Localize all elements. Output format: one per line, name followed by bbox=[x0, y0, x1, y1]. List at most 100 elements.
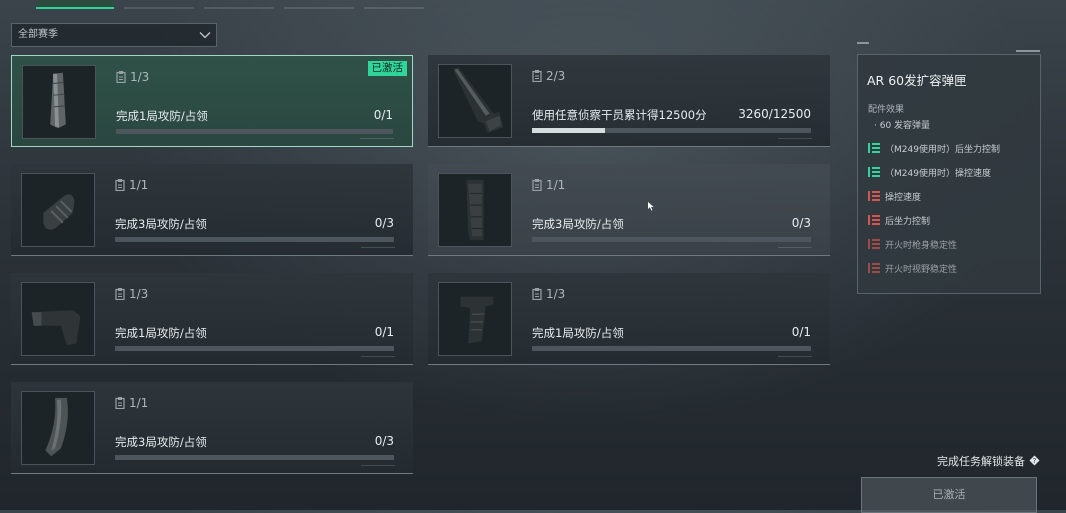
extended-magazine-icon bbox=[23, 66, 95, 138]
task-count: 1/1 bbox=[115, 396, 148, 410]
attachment-stat: · 60 发容弹量 bbox=[874, 119, 930, 133]
stat-down-icon bbox=[868, 263, 880, 273]
task-progress-text: 0/1 bbox=[374, 325, 394, 339]
tab[interactable] bbox=[124, 0, 194, 9]
task-progress-text: 3260/12500 bbox=[738, 107, 811, 121]
task-count-text: 1/3 bbox=[546, 287, 566, 301]
attachment-effects-heading: 配件效果 bbox=[868, 105, 905, 115]
card-decor bbox=[778, 247, 812, 251]
task-progress-bar bbox=[532, 128, 811, 133]
task-progress-text: 0/3 bbox=[374, 434, 394, 448]
clipboard-icon bbox=[532, 288, 542, 300]
help-icon[interactable]: ? bbox=[1029, 455, 1040, 466]
task-card[interactable]: 2/3 使用任意侦察干员累计得12500分 3260/12500 bbox=[428, 55, 830, 147]
pistol-grip-icon bbox=[439, 283, 511, 355]
card-decor bbox=[778, 356, 812, 360]
task-count: 1/3 bbox=[115, 287, 148, 301]
task-description: 完成3局攻防/占领 bbox=[115, 217, 207, 231]
attachment-stat-text: （M249使用时）操控速度 bbox=[885, 169, 991, 179]
task-description: 完成3局攻防/占领 bbox=[532, 217, 624, 231]
unlock-hint-text: 完成任务解锁装备 bbox=[937, 455, 1025, 468]
stat-up-icon bbox=[868, 167, 880, 177]
clipboard-icon bbox=[116, 71, 126, 83]
activated-badge: 已激活 bbox=[367, 61, 407, 76]
card-decor bbox=[361, 465, 395, 469]
attachment-title: AR 60发扩容弹匣 bbox=[867, 73, 967, 88]
task-description: 完成1局攻防/占领 bbox=[115, 326, 207, 340]
task-count: 1/3 bbox=[532, 287, 565, 301]
unlock-hint: 完成任务解锁装备 ? bbox=[937, 453, 1040, 469]
attachment-stat-text: · 60 发容弹量 bbox=[874, 121, 931, 131]
stat-down-icon bbox=[868, 191, 880, 201]
task-card[interactable]: 1/3 完成1局攻防/占领 0/1 bbox=[11, 273, 413, 365]
butt-stock-icon bbox=[22, 283, 94, 355]
tab[interactable] bbox=[204, 0, 274, 9]
task-card[interactable]: 1/3 完成1局攻防/占领 0/1 bbox=[428, 273, 830, 365]
task-progress-bar bbox=[115, 455, 394, 460]
task-card[interactable]: 1/1 完成3局攻防/占领 0/3 bbox=[11, 382, 413, 474]
attachment-stat-text: 开火时视野稳定性 bbox=[885, 265, 958, 275]
attachment-stat: 开火时视野稳定性 bbox=[868, 263, 957, 277]
svg-text:?: ? bbox=[1033, 457, 1037, 465]
tab-active[interactable] bbox=[36, 0, 114, 9]
attachment-detail-panel: AR 60发扩容弹匣 配件效果 · 60 发容弹量 （M249使用时）后坐力控制 （… bbox=[857, 54, 1041, 294]
attachment-stat: （M249使用时）操控速度 bbox=[868, 167, 991, 181]
chevron-down-icon bbox=[199, 32, 211, 39]
attachment-thumbnail bbox=[21, 282, 95, 356]
task-progress-fill bbox=[532, 128, 605, 133]
season-dropdown-label: 全部赛季 bbox=[18, 29, 58, 40]
stat-down-icon bbox=[868, 215, 880, 225]
activate-button[interactable]: 已激活 bbox=[861, 477, 1037, 513]
card-decor bbox=[361, 356, 395, 360]
task-progress-bar bbox=[532, 237, 811, 242]
season-dropdown[interactable]: 全部赛季 bbox=[11, 23, 217, 47]
task-description: 完成1局攻防/占领 bbox=[532, 326, 624, 340]
task-progress-text: 0/1 bbox=[373, 108, 393, 122]
tab[interactable] bbox=[284, 0, 354, 9]
task-description: 完成1局攻防/占领 bbox=[116, 109, 208, 123]
stat-down-icon bbox=[868, 239, 880, 249]
attachment-stat: 后坐力控制 bbox=[868, 215, 930, 229]
detail-decor bbox=[857, 42, 869, 44]
attachment-stat-text: 后坐力控制 bbox=[885, 217, 931, 227]
clipboard-icon bbox=[532, 70, 542, 82]
task-progress-bar bbox=[116, 129, 393, 134]
task-progress-text: 0/3 bbox=[791, 216, 811, 230]
top-tab-strip bbox=[0, 0, 430, 9]
attachment-thumbnail bbox=[438, 64, 512, 138]
attachment-thumbnail bbox=[21, 173, 95, 247]
task-count-text: 1/3 bbox=[130, 70, 150, 84]
clipboard-icon bbox=[115, 397, 125, 409]
attachment-stat-text: 操控速度 bbox=[885, 193, 922, 203]
curved-magazine-icon bbox=[22, 392, 94, 464]
attachment-stat-text: （M249使用时）后坐力控制 bbox=[885, 145, 1000, 155]
attachment-thumbnail bbox=[22, 65, 96, 139]
mouse-cursor-icon bbox=[648, 202, 654, 211]
task-progress-text: 0/1 bbox=[791, 325, 811, 339]
task-progress-bar bbox=[115, 237, 394, 242]
tab[interactable] bbox=[364, 0, 424, 9]
task-card[interactable]: 1/1 完成3局攻防/占领 0/3 bbox=[428, 164, 830, 256]
attachment-stat-text: 开火时枪身稳定性 bbox=[885, 241, 958, 251]
attachment-thumbnail bbox=[438, 282, 512, 356]
magazine-icon bbox=[439, 174, 511, 246]
task-count: 1/3 bbox=[116, 70, 149, 84]
stock-icon bbox=[439, 65, 511, 137]
task-progress-bar bbox=[115, 346, 394, 351]
attachment-thumbnail bbox=[21, 391, 95, 465]
card-decor bbox=[360, 138, 394, 142]
clipboard-icon bbox=[532, 179, 542, 191]
detail-decor bbox=[1016, 50, 1040, 52]
clipboard-icon bbox=[115, 179, 125, 191]
task-count-text: 1/1 bbox=[129, 396, 149, 410]
task-count: 1/1 bbox=[532, 178, 565, 192]
task-count-text: 1/1 bbox=[129, 178, 149, 192]
task-progress-bar bbox=[532, 346, 811, 351]
task-count: 1/1 bbox=[115, 178, 148, 192]
task-card[interactable]: 1/3 完成1局攻防/占领 0/1 已激活 bbox=[11, 55, 413, 147]
stat-up-icon bbox=[868, 143, 880, 153]
task-card[interactable]: 1/1 完成3局攻防/占领 0/3 bbox=[11, 164, 413, 256]
task-description: 完成3局攻防/占领 bbox=[115, 435, 207, 449]
task-count-text: 2/3 bbox=[546, 69, 566, 83]
grip-cover-icon bbox=[22, 174, 94, 246]
